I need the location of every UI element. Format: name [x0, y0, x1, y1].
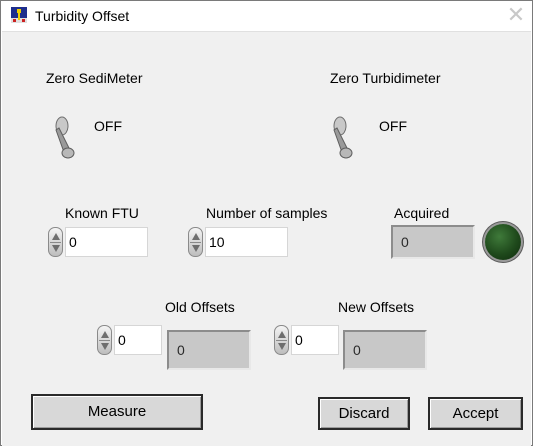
zero-turbidimeter-toggle[interactable]	[331, 114, 357, 160]
new-offsets-label: New Offsets	[338, 299, 414, 315]
acquired-led	[485, 224, 521, 260]
zero-turbidimeter-label: Zero Turbidimeter	[330, 70, 441, 86]
old-offset-control: 0	[97, 325, 162, 355]
turbidity-offset-window: Turbidity Offset ✕ Zero SediMeter OFF Ze…	[0, 0, 533, 446]
samples-input[interactable]: 10	[205, 227, 288, 257]
new-offset-control: 0	[274, 325, 339, 355]
increment-arrow-icon[interactable]	[192, 233, 200, 240]
samples-control: 10	[188, 227, 288, 257]
increment-arrow-icon[interactable]	[52, 233, 60, 240]
samples-spinner[interactable]	[188, 227, 203, 257]
decrement-arrow-icon[interactable]	[192, 245, 200, 252]
zero-sedimeter-toggle[interactable]	[53, 114, 79, 160]
zero-sedimeter-label: Zero SediMeter	[46, 70, 143, 86]
discard-button[interactable]: Discard	[318, 397, 410, 430]
decrement-arrow-icon[interactable]	[101, 343, 109, 350]
old-offset-spinner[interactable]	[97, 325, 112, 355]
new-offset-spinner[interactable]	[274, 325, 289, 355]
increment-arrow-icon[interactable]	[101, 331, 109, 338]
accept-button[interactable]: Accept	[428, 397, 523, 430]
title-bar[interactable]: Turbidity Offset ✕	[1, 1, 532, 31]
known-ftu-control: 0	[48, 227, 148, 257]
known-ftu-label: Known FTU	[65, 205, 139, 221]
acquired-label: Acquired	[394, 205, 450, 221]
new-offset-indicator: 0	[343, 330, 427, 370]
samples-label: Number of samples	[206, 205, 328, 221]
decrement-arrow-icon[interactable]	[52, 245, 60, 252]
increment-arrow-icon[interactable]	[278, 331, 286, 338]
zero-sedimeter-state: OFF	[94, 118, 122, 134]
measure-button[interactable]: Measure	[31, 394, 203, 430]
decrement-arrow-icon[interactable]	[278, 343, 286, 350]
window-title: Turbidity Offset	[35, 8, 130, 24]
front-panel: Zero SediMeter OFF Zero Turbidimeter OFF…	[2, 31, 531, 446]
known-ftu-input[interactable]: 0	[65, 227, 148, 257]
old-offsets-label: Old Offsets	[165, 299, 235, 315]
acquired-indicator: 0	[391, 225, 475, 259]
app-icon	[11, 7, 27, 23]
zero-turbidimeter-state: OFF	[379, 118, 407, 134]
known-ftu-spinner[interactable]	[48, 227, 63, 257]
close-icon[interactable]: ✕	[501, 2, 531, 30]
old-offset-indicator: 0	[167, 330, 251, 370]
old-offset-input[interactable]: 0	[114, 325, 162, 355]
new-offset-input[interactable]: 0	[291, 325, 339, 355]
